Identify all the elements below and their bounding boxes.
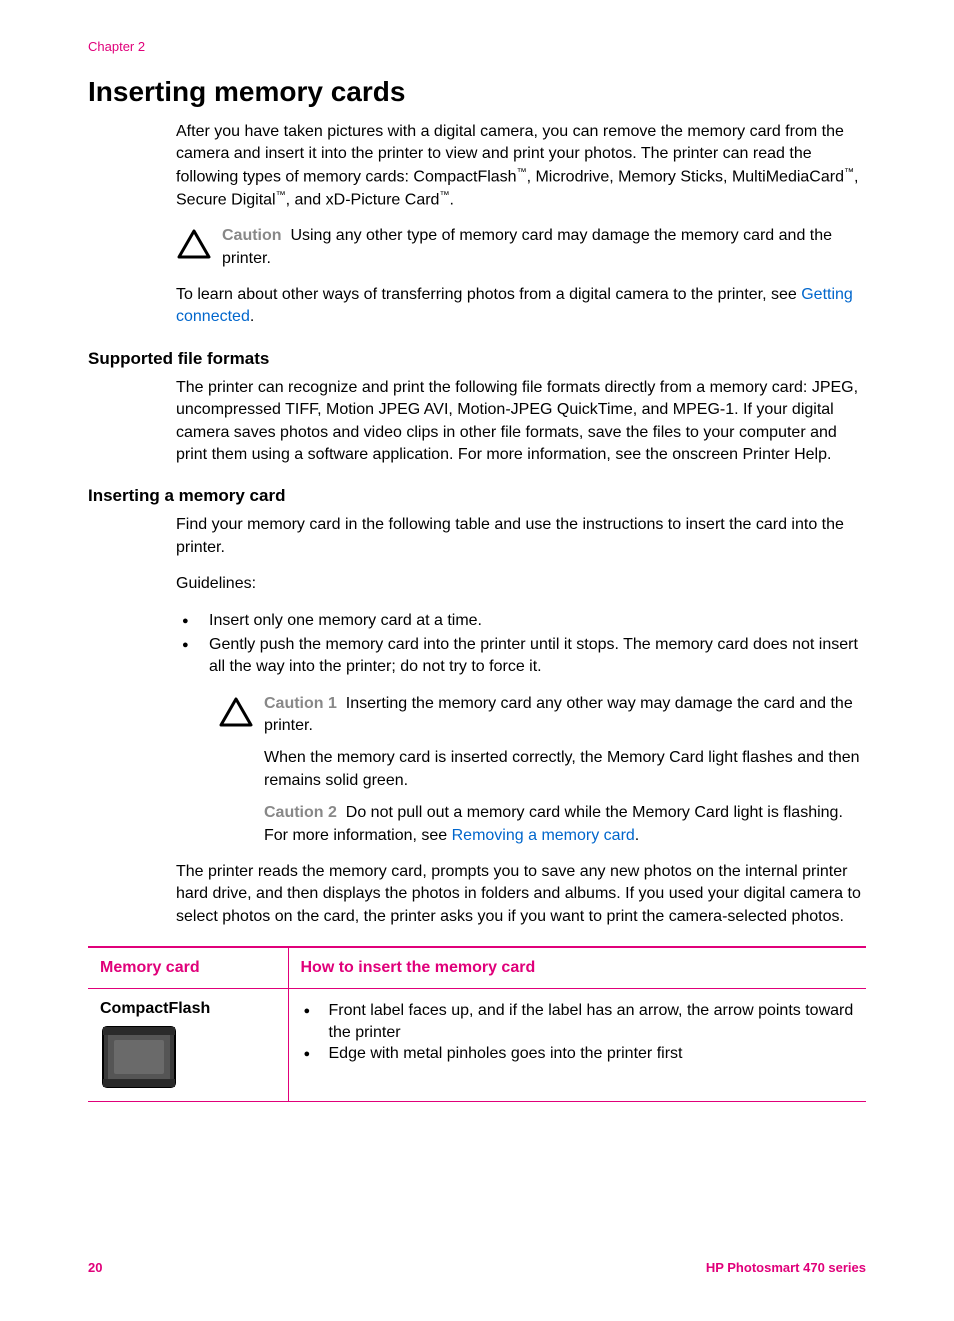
card-name-compactflash: CompactFlash <box>100 1000 276 1018</box>
instructions-list: Front label faces up, and if the label h… <box>301 1000 855 1065</box>
caution-body: Using any other type of memory card may … <box>222 227 832 266</box>
caution-triangle-icon <box>218 695 254 731</box>
caution-body: Inserting the memory card any other way … <box>264 695 853 734</box>
caution-label: Caution 1 <box>264 695 337 712</box>
caution-block: Caution Using any other type of memory c… <box>176 225 866 270</box>
learn-more-paragraph: To learn about other ways of transferrin… <box>176 284 866 329</box>
caution-block: Caution 1 Inserting the memory card any … <box>218 693 866 847</box>
table-header-how-to-insert: How to insert the memory card <box>288 947 866 989</box>
intro-text-4: , and xD-Picture Card <box>286 191 440 208</box>
list-item: Gently push the memory card into the pri… <box>176 634 866 679</box>
list-item: Edge with metal pinholes goes into the p… <box>301 1043 855 1065</box>
supported-formats-heading: Supported file formats <box>88 349 866 369</box>
table-row: CompactFlash Front label faces up, and i… <box>88 989 866 1102</box>
card-cell: CompactFlash <box>88 989 288 1102</box>
learn-suffix: . <box>250 308 254 325</box>
page-number: 20 <box>88 1260 102 1275</box>
learn-prefix: To learn about other ways of transferrin… <box>176 286 801 303</box>
list-item: Front label faces up, and if the label h… <box>301 1000 855 1043</box>
caution-text: Caution Using any other type of memory c… <box>222 225 866 270</box>
guidelines-list: Insert only one memory card at a time. G… <box>176 610 866 679</box>
list-item: Insert only one memory card at a time. <box>176 610 866 632</box>
compactflash-card-icon <box>100 1024 178 1090</box>
trademark-symbol: ™ <box>517 167 527 178</box>
intro-text-5: . <box>449 191 453 208</box>
guidelines-label: Guidelines: <box>176 573 866 595</box>
removing-memory-card-link[interactable]: Removing a memory card <box>452 827 635 844</box>
product-name: HP Photosmart 470 series <box>706 1260 866 1275</box>
table-header-memory-card: Memory card <box>88 947 288 989</box>
printer-reads-paragraph: The printer reads the memory card, promp… <box>176 861 866 928</box>
caution-suffix: . <box>635 827 639 844</box>
intro-text-2: , Microdrive, Memory Sticks, MultiMediaC… <box>527 168 844 185</box>
trademark-symbol: ™ <box>439 190 449 201</box>
inserted-correctly-text: When the memory card is inserted correct… <box>264 747 866 792</box>
inserting-intro: Find your memory card in the following t… <box>176 514 866 559</box>
caution-label: Caution <box>222 227 282 244</box>
trademark-symbol: ™ <box>844 167 854 178</box>
instructions-cell: Front label faces up, and if the label h… <box>288 989 866 1102</box>
memory-card-table: Memory card How to insert the memory car… <box>88 946 866 1102</box>
page-footer: 20 HP Photosmart 470 series <box>88 1260 866 1275</box>
supported-formats-body: The printer can recognize and print the … <box>176 377 866 467</box>
caution-text: Caution 1 Inserting the memory card any … <box>264 693 866 738</box>
caution-label: Caution 2 <box>264 804 337 821</box>
trademark-symbol: ™ <box>276 190 286 201</box>
inserting-card-heading: Inserting a memory card <box>88 486 866 506</box>
caution-column: Caution 1 Inserting the memory card any … <box>264 693 866 847</box>
page-title: Inserting memory cards <box>88 76 866 108</box>
caution-text: Caution 2 Do not pull out a memory card … <box>264 802 866 847</box>
caution-triangle-icon <box>176 227 212 263</box>
chapter-header: Chapter 2 <box>88 39 866 54</box>
intro-paragraph: After you have taken pictures with a dig… <box>176 121 866 211</box>
